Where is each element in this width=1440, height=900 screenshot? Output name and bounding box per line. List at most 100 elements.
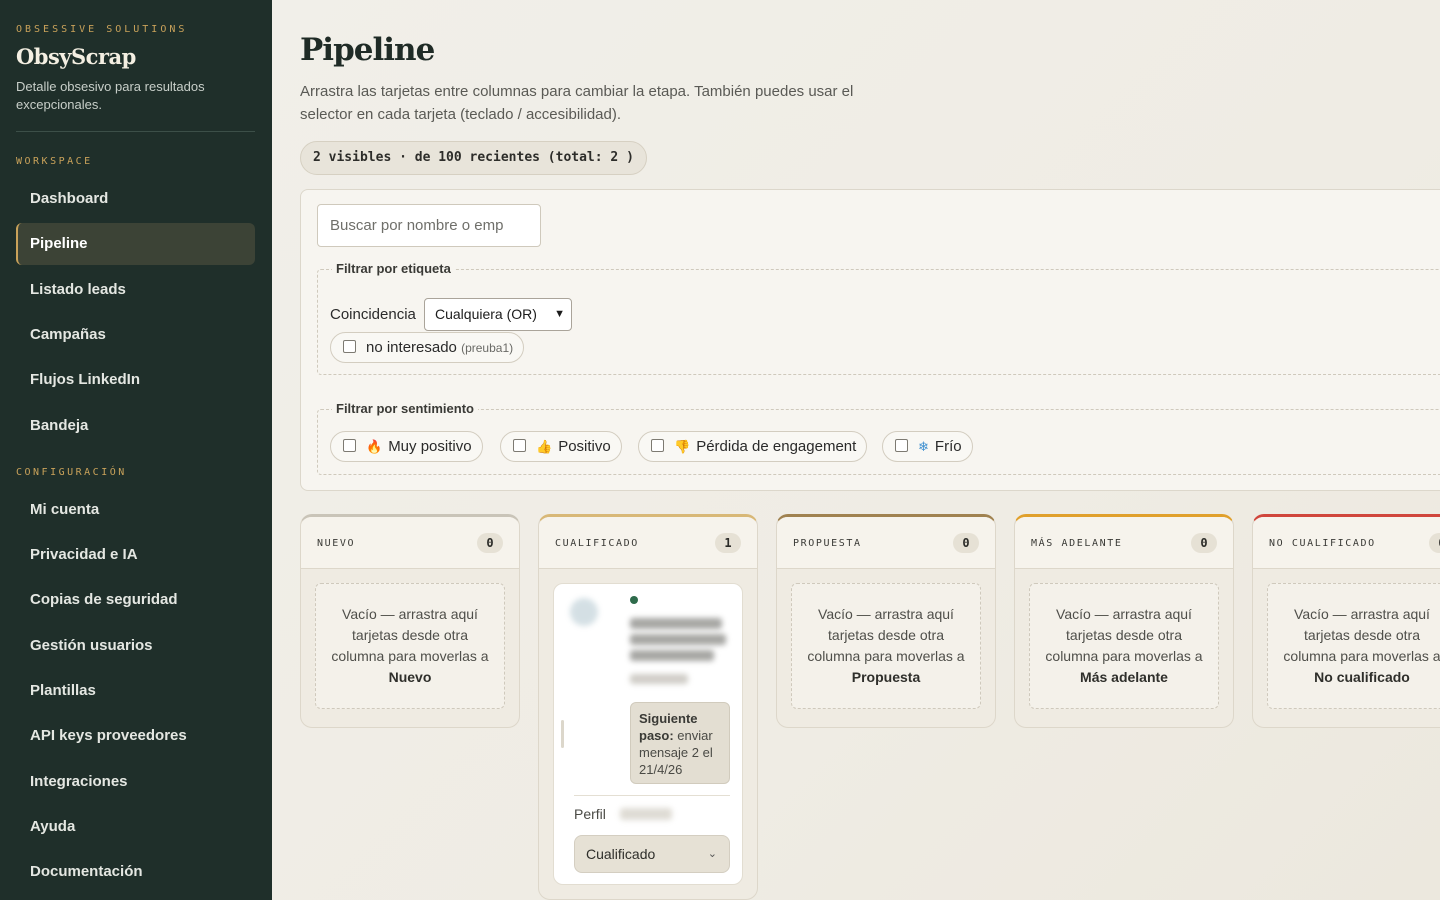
drag-handle[interactable] bbox=[561, 720, 564, 748]
column-count: 0 bbox=[1191, 533, 1217, 553]
empty-target-stage: Propuesta bbox=[851, 669, 921, 685]
checkbox[interactable] bbox=[343, 340, 356, 353]
stage-select[interactable]: Cualificado ⌄ bbox=[574, 835, 730, 873]
kanban-column-propuesta[interactable]: PROPUESTA 0 Vacío — arrastra aquí tarjet… bbox=[776, 514, 996, 728]
sidebar: OBSESSIVE SOLUTIONS ObsyScrap Detalle ob… bbox=[0, 0, 272, 900]
sidebar-item-dashboard[interactable]: Dashboard bbox=[16, 178, 255, 220]
lead-card[interactable]: Siguiente paso: enviar mensaje 2 el 21/4… bbox=[553, 583, 743, 885]
main-content: Pipeline Arrastra las tarjetas entre col… bbox=[272, 0, 1440, 900]
filters-panel: Filtrar por etiqueta Coincidencia Cualqu… bbox=[300, 189, 1440, 491]
column-count: 0 bbox=[1429, 533, 1440, 553]
tag-filter-no-interesado[interactable]: no interesado (preuba1) bbox=[330, 332, 525, 363]
empty-target-stage: No cualificado bbox=[1314, 669, 1410, 685]
kanban-column-no-cualificado[interactable]: NO CUALIFICADO 0 Vacío — arrastra aquí t… bbox=[1252, 514, 1440, 728]
chevron-down-icon: ▼ bbox=[554, 308, 565, 320]
empty-text: Vacío — arrastra aquí tarjetas desde otr… bbox=[1283, 606, 1440, 664]
column-title: PROPUESTA bbox=[793, 538, 862, 549]
sidebar-item-privacidad[interactable]: Privacidad e IA bbox=[16, 534, 255, 576]
sidebar-item-flujos-linkedin[interactable]: Flujos LinkedIn bbox=[16, 359, 255, 401]
sentiment-filter-muy-positivo[interactable]: 🔥 Muy positivo bbox=[330, 431, 483, 462]
sidebar-item-pipeline[interactable]: Pipeline bbox=[16, 223, 255, 265]
tag-sub-label: (preuba1) bbox=[461, 341, 514, 355]
profile-link-redacted[interactable] bbox=[620, 808, 672, 820]
sentiment-filter-frio[interactable]: ❄ Frío bbox=[882, 431, 973, 462]
sentiment-filter-perdida-engagement[interactable]: 👎 Pérdida de engagement bbox=[638, 431, 868, 462]
next-step-note: Siguiente paso: enviar mensaje 2 el 21/4… bbox=[630, 702, 730, 784]
status-dot bbox=[630, 596, 638, 604]
match-label: Coincidencia bbox=[330, 306, 416, 323]
fire-icon: 🔥 bbox=[366, 439, 383, 454]
column-header: MÁS ADELANTE 0 bbox=[1015, 517, 1233, 569]
column-title: CUALIFICADO bbox=[555, 538, 639, 549]
sentiment-label: Frío bbox=[934, 438, 962, 455]
sidebar-item-documentacion[interactable]: Documentación bbox=[16, 851, 255, 893]
snowflake-icon: ❄ bbox=[918, 439, 929, 454]
sidebar-item-copias[interactable]: Copias de seguridad bbox=[16, 579, 255, 621]
tag-filter-group: Filtrar por etiqueta Coincidencia Cualqu… bbox=[317, 261, 1440, 375]
column-count: 0 bbox=[953, 533, 979, 553]
sidebar-item-api-keys[interactable]: API keys proveedores bbox=[16, 715, 255, 757]
empty-text: Vacío — arrastra aquí tarjetas desde otr… bbox=[1045, 606, 1203, 664]
sentiment-filter-legend: Filtrar por sentimiento bbox=[332, 401, 478, 416]
sidebar-item-plantillas[interactable]: Plantillas bbox=[16, 670, 255, 712]
sentiment-label: Positivo bbox=[558, 438, 611, 455]
thumbs-up-icon: 👍 bbox=[536, 439, 553, 454]
column-title: NO CUALIFICADO bbox=[1269, 538, 1376, 549]
match-select[interactable]: Cualquiera (OR) ▼ bbox=[424, 298, 572, 331]
match-select-value: Cualquiera (OR) bbox=[435, 306, 537, 322]
empty-dropzone[interactable]: Vacío — arrastra aquí tarjetas desde otr… bbox=[791, 583, 981, 709]
column-header: CUALIFICADO 1 bbox=[539, 517, 757, 569]
sidebar-item-listado-leads[interactable]: Listado leads bbox=[16, 269, 255, 311]
empty-dropzone[interactable]: Vacío — arrastra aquí tarjetas desde otr… bbox=[315, 583, 505, 709]
empty-dropzone[interactable]: Vacío — arrastra aquí tarjetas desde otr… bbox=[1029, 583, 1219, 709]
sidebar-item-bandeja[interactable]: Bandeja bbox=[16, 405, 255, 447]
checkbox[interactable] bbox=[513, 439, 526, 452]
tag-filter-legend: Filtrar por etiqueta bbox=[332, 261, 455, 276]
checkbox[interactable] bbox=[343, 439, 356, 452]
column-count: 0 bbox=[477, 533, 503, 553]
column-count: 1 bbox=[715, 533, 741, 553]
lead-company-redacted bbox=[630, 650, 714, 661]
empty-text: Vacío — arrastra aquí tarjetas desde otr… bbox=[331, 606, 489, 664]
empty-text: Vacío — arrastra aquí tarjetas desde otr… bbox=[807, 606, 965, 664]
section-label-workspace: WORKSPACE bbox=[16, 156, 93, 167]
tag-label: no interesado bbox=[366, 339, 457, 356]
empty-dropzone[interactable]: Vacío — arrastra aquí tarjetas desde otr… bbox=[1267, 583, 1440, 709]
lead-name-redacted bbox=[630, 634, 726, 645]
lead-name-redacted bbox=[630, 618, 722, 629]
column-title: NUEVO bbox=[317, 538, 356, 549]
brand-name: ObsyScrap bbox=[16, 44, 136, 69]
sentiment-filter-positivo[interactable]: 👍 Positivo bbox=[500, 431, 622, 462]
column-title: MÁS ADELANTE bbox=[1031, 538, 1123, 549]
brand-eyebrow: OBSESSIVE SOLUTIONS bbox=[16, 24, 188, 35]
column-header: NUEVO 0 bbox=[301, 517, 519, 569]
sidebar-item-ayuda[interactable]: Ayuda bbox=[16, 806, 255, 848]
lead-meta-redacted bbox=[630, 674, 688, 684]
brand-tagline: Detalle obsesivo para resultados excepci… bbox=[16, 79, 205, 112]
thumbs-down-icon: 👎 bbox=[674, 439, 691, 454]
empty-target-stage: Más adelante bbox=[1080, 669, 1168, 685]
search-input[interactable] bbox=[317, 204, 541, 247]
kanban-column-cualificado[interactable]: CUALIFICADO 1 Siguiente paso: enviar men… bbox=[538, 514, 758, 900]
sentiment-filter-group: Filtrar por sentimiento 🔥 Muy positivo 👍 P… bbox=[317, 401, 1440, 475]
page-title: Pipeline bbox=[300, 32, 435, 68]
column-header: NO CUALIFICADO 0 bbox=[1253, 517, 1440, 569]
sidebar-item-integraciones[interactable]: Integraciones bbox=[16, 761, 255, 803]
empty-target-stage: Nuevo bbox=[388, 669, 432, 685]
sidebar-item-campanas[interactable]: Campañas bbox=[16, 314, 255, 356]
kanban-column-nuevo[interactable]: NUEVO 0 Vacío — arrastra aquí tarjetas d… bbox=[300, 514, 520, 728]
kanban-column-mas-adelante[interactable]: MÁS ADELANTE 0 Vacío — arrastra aquí tar… bbox=[1014, 514, 1234, 728]
checkbox[interactable] bbox=[895, 439, 908, 452]
sidebar-item-mi-cuenta[interactable]: Mi cuenta bbox=[16, 489, 255, 531]
checkbox[interactable] bbox=[651, 439, 664, 452]
profile-label: Perfil bbox=[574, 806, 606, 822]
section-label-configuracion: CONFIGURACIÓN bbox=[16, 467, 127, 478]
page-description: Arrastra las tarjetas entre columnas par… bbox=[300, 83, 854, 123]
sentiment-label: Muy positivo bbox=[388, 438, 472, 455]
column-header: PROPUESTA 0 bbox=[777, 517, 995, 569]
sidebar-item-gestion-usuarios[interactable]: Gestión usuarios bbox=[16, 625, 255, 667]
avatar bbox=[570, 598, 598, 626]
sentiment-label: Pérdida de engagement bbox=[696, 438, 857, 455]
stage-select-value: Cualificado bbox=[586, 846, 656, 862]
visible-count-badge: 2 visibles · de 100 recientes (total: 2 … bbox=[300, 141, 647, 175]
